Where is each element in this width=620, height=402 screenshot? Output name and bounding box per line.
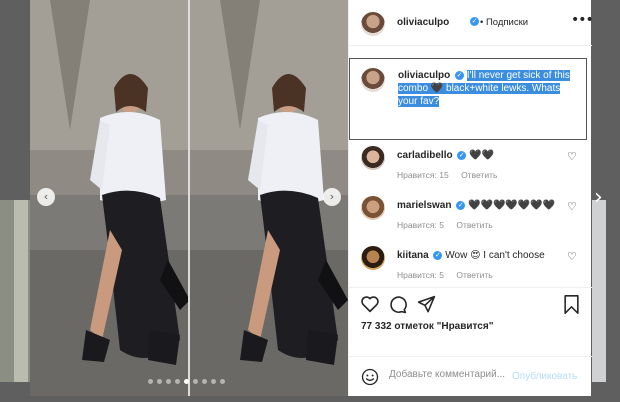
bookmark-icon[interactable] (563, 295, 580, 314)
caption-username[interactable]: oliviaculpo (398, 70, 450, 81)
comment-text: Wow 😍 I can't choose (445, 250, 545, 261)
post-modal: ‹ › oliviaculpo ✓ • Подписки ••• oliviac… (30, 0, 594, 396)
post-photo: ‹ › (30, 0, 348, 396)
carousel-prev-button[interactable]: ‹ (37, 188, 55, 206)
carousel-dot[interactable] (202, 379, 207, 384)
comment-likes[interactable]: Нравится: 15 (397, 170, 449, 180)
emoji-icon[interactable] (361, 368, 379, 386)
share-icon[interactable] (417, 295, 436, 314)
comment-line: kiitana ✓ Wow 😍 I can't choose (397, 250, 545, 261)
author-avatar[interactable] (361, 12, 385, 36)
comment-meta: Нравится: 5 Ответить (397, 270, 503, 280)
follow-status[interactable]: • Подписки (480, 17, 528, 28)
commenter-username[interactable]: marielswan (397, 200, 451, 211)
post-sidebar: oliviaculpo ✓ • Подписки ••• oliviaculpo… (348, 0, 594, 396)
heart-icon[interactable] (360, 295, 380, 313)
post-comment-button[interactable]: Опубликовать (512, 371, 577, 382)
carousel-dot[interactable] (166, 379, 171, 384)
comment-like-heart-icon[interactable]: ♡ (567, 250, 577, 263)
caption-avatar[interactable] (361, 68, 385, 92)
comment-like-heart-icon[interactable]: ♡ (567, 150, 577, 163)
comment-line: marielswan ✓ 🖤🖤🖤🖤🖤🖤🖤 (397, 200, 555, 211)
verified-badge-icon: ✓ (433, 250, 443, 260)
commenter-avatar[interactable] (361, 196, 385, 220)
comment-item: carladibello ✓ 🖤🖤 Нравится: 15 Ответить … (349, 146, 592, 194)
carousel-dot[interactable] (148, 379, 153, 384)
caption-verified-badge-icon: ✓ (455, 70, 465, 80)
comment-line: carladibello ✓ 🖤🖤 (397, 150, 494, 161)
carousel-next-button[interactable]: › (323, 188, 341, 206)
commenter-username[interactable]: carladibello (397, 150, 453, 161)
comment-input[interactable] (389, 369, 509, 380)
commenter-avatar[interactable] (361, 146, 385, 170)
comment-meta: Нравится: 15 Ответить (397, 170, 507, 180)
action-bar: 77 332 отметок "Нравится" (349, 287, 592, 347)
follow-separator: • (480, 17, 484, 28)
comment-likes[interactable]: Нравится: 5 (397, 270, 444, 280)
next-post-arrow-icon[interactable]: › (594, 185, 603, 210)
verified-badge-icon: ✓ (456, 200, 466, 210)
comment-likes[interactable]: Нравится: 5 (397, 220, 444, 230)
commenter-username[interactable]: kiitana (397, 250, 429, 261)
comment-reply-button[interactable]: Ответить (461, 170, 497, 180)
carousel-dot[interactable] (157, 379, 162, 384)
carousel-dot[interactable] (193, 379, 198, 384)
carousel-dot[interactable] (184, 379, 189, 384)
comment-icon[interactable] (388, 295, 407, 314)
comment-item: marielswan ✓ 🖤🖤🖤🖤🖤🖤🖤 Нравится: 5 Ответит… (349, 196, 592, 244)
comment-composer: Опубликовать (349, 356, 592, 396)
verified-badge-icon: ✓ (457, 150, 467, 160)
comment-reply-button[interactable]: Ответить (456, 270, 492, 280)
comment-text: 🖤🖤 (469, 150, 495, 161)
carousel-dot[interactable] (211, 379, 216, 384)
background-post-right (592, 200, 606, 382)
carousel-dot[interactable] (220, 379, 225, 384)
carousel-dots (148, 379, 225, 384)
more-options-icon[interactable]: ••• (571, 12, 594, 28)
caption-text: oliviaculpo ✓ I'll never get sick of thi… (398, 69, 578, 108)
comment-reply-button[interactable]: Ответить (456, 220, 492, 230)
post-header: oliviaculpo ✓ • Подписки ••• (349, 0, 594, 46)
follow-status-label[interactable]: Подписки (486, 17, 528, 28)
author-username[interactable]: oliviaculpo (397, 17, 449, 28)
background-post-left-inner (14, 200, 28, 382)
commenter-avatar[interactable] (361, 246, 385, 270)
carousel-dot[interactable] (175, 379, 180, 384)
caption-block: oliviaculpo ✓ I'll never get sick of thi… (349, 58, 587, 140)
likes-count[interactable]: 77 332 отметок "Нравится" (361, 321, 493, 332)
comment-text: 🖤🖤🖤🖤🖤🖤🖤 (468, 200, 556, 211)
verified-badge-icon: ✓ (470, 17, 479, 26)
comment-meta: Нравится: 5 Ответить (397, 220, 503, 230)
comment-like-heart-icon[interactable]: ♡ (567, 200, 577, 213)
